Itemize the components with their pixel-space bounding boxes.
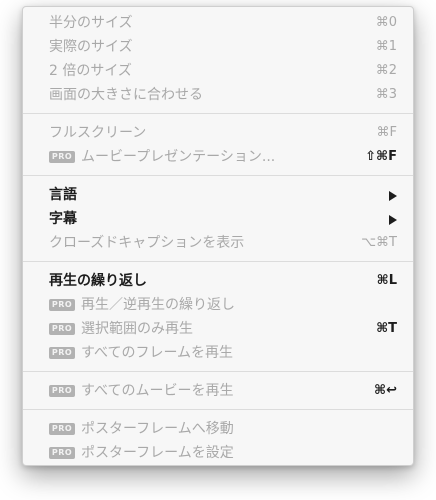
menu-item-play-all-movies[interactable]: PRO すべてのムービーを再生 ⌘↩ <box>23 379 413 403</box>
shortcut-label: ⌘2 <box>375 63 397 78</box>
menu-item-label: 言語 <box>49 187 77 203</box>
menu-item-label: すべてのフレームを再生 <box>81 345 234 361</box>
menu-item-label: 2 倍のサイズ <box>49 63 132 79</box>
menu-item-loop-back-and-forth[interactable]: PRO 再生／逆再生の繰り返し <box>23 293 413 317</box>
menu-item-label: 実際のサイズ <box>49 39 133 55</box>
menu-item-go-to-poster-frame[interactable]: PRO ポスターフレームへ移動 <box>23 417 413 441</box>
menu-separator <box>23 113 413 114</box>
menu-item-half-size[interactable]: 半分のサイズ ⌘0 <box>23 11 413 35</box>
menu-item-label: すべてのムービーを再生 <box>81 383 234 399</box>
pro-badge: PRO <box>49 347 75 359</box>
shortcut-label: ⌘F <box>376 125 397 140</box>
menu-item-movie-presentation[interactable]: PRO ムービープレゼンテーション... ⇧⌘F <box>23 145 413 169</box>
menu-item-label: フルスクリーン <box>49 125 147 141</box>
shortcut-label: ⌘L <box>376 273 397 288</box>
menu-item-full-screen[interactable]: フルスクリーン ⌘F <box>23 121 413 145</box>
menu-item-label: ポスターフレームへ移動 <box>81 421 234 437</box>
shortcut-label: ⌥⌘T <box>361 235 397 250</box>
pro-badge: PRO <box>49 423 75 435</box>
menu-item-actual-size[interactable]: 実際のサイズ ⌘1 <box>23 35 413 59</box>
menu-item-play-all-frames[interactable]: PRO すべてのフレームを再生 <box>23 341 413 365</box>
menu-item-fit-to-screen[interactable]: 画面の大きさに合わせる ⌘3 <box>23 83 413 107</box>
view-menu: 半分のサイズ ⌘0 実際のサイズ ⌘1 2 倍のサイズ ⌘2 画面の大きさに合わ… <box>22 6 414 466</box>
menu-item-label: 画面の大きさに合わせる <box>49 87 203 103</box>
menu-item-label: 字幕 <box>49 211 77 227</box>
shortcut-label: ⌘0 <box>375 15 397 30</box>
menu-separator <box>23 175 413 176</box>
menu-separator <box>23 409 413 410</box>
menu-item-label: 再生／逆再生の繰り返し <box>81 297 235 313</box>
menu-item-label: クローズドキャプションを表示 <box>49 235 245 251</box>
menu-item-language[interactable]: 言語 <box>23 183 413 207</box>
pro-badge: PRO <box>49 385 75 397</box>
menu-item-label: 再生の繰り返し <box>49 273 147 289</box>
shortcut-label: ⇧⌘F <box>365 149 397 164</box>
menu-separator <box>23 261 413 262</box>
submenu-arrow-icon <box>389 191 397 201</box>
menu-item-set-poster-frame[interactable]: PRO ポスターフレームを設定 <box>23 441 413 465</box>
menu-separator <box>23 371 413 372</box>
menu-item-loop[interactable]: 再生の繰り返し ⌘L <box>23 269 413 293</box>
menu-item-show-closed-captions[interactable]: クローズドキャプションを表示 ⌥⌘T <box>23 231 413 255</box>
pro-badge: PRO <box>49 299 75 311</box>
menu-item-subtitles[interactable]: 字幕 <box>23 207 413 231</box>
shortcut-label: ⌘T <box>376 321 397 336</box>
pro-badge: PRO <box>49 323 75 335</box>
menu-item-label: ポスターフレームを設定 <box>81 445 234 461</box>
pro-badge: PRO <box>49 447 75 459</box>
shortcut-label: ⌘↩ <box>374 383 397 398</box>
menu-item-double-size[interactable]: 2 倍のサイズ ⌘2 <box>23 59 413 83</box>
shortcut-label: ⌘3 <box>375 87 397 102</box>
menu-item-label: 選択範囲のみ再生 <box>81 321 193 337</box>
menu-item-label: ムービープレゼンテーション... <box>81 149 276 165</box>
menu-item-label: 半分のサイズ <box>49 15 133 31</box>
submenu-arrow-icon <box>389 215 397 225</box>
menu-item-play-selection-only[interactable]: PRO 選択範囲のみ再生 ⌘T <box>23 317 413 341</box>
pro-badge: PRO <box>49 151 75 163</box>
shortcut-label: ⌘1 <box>375 39 397 54</box>
